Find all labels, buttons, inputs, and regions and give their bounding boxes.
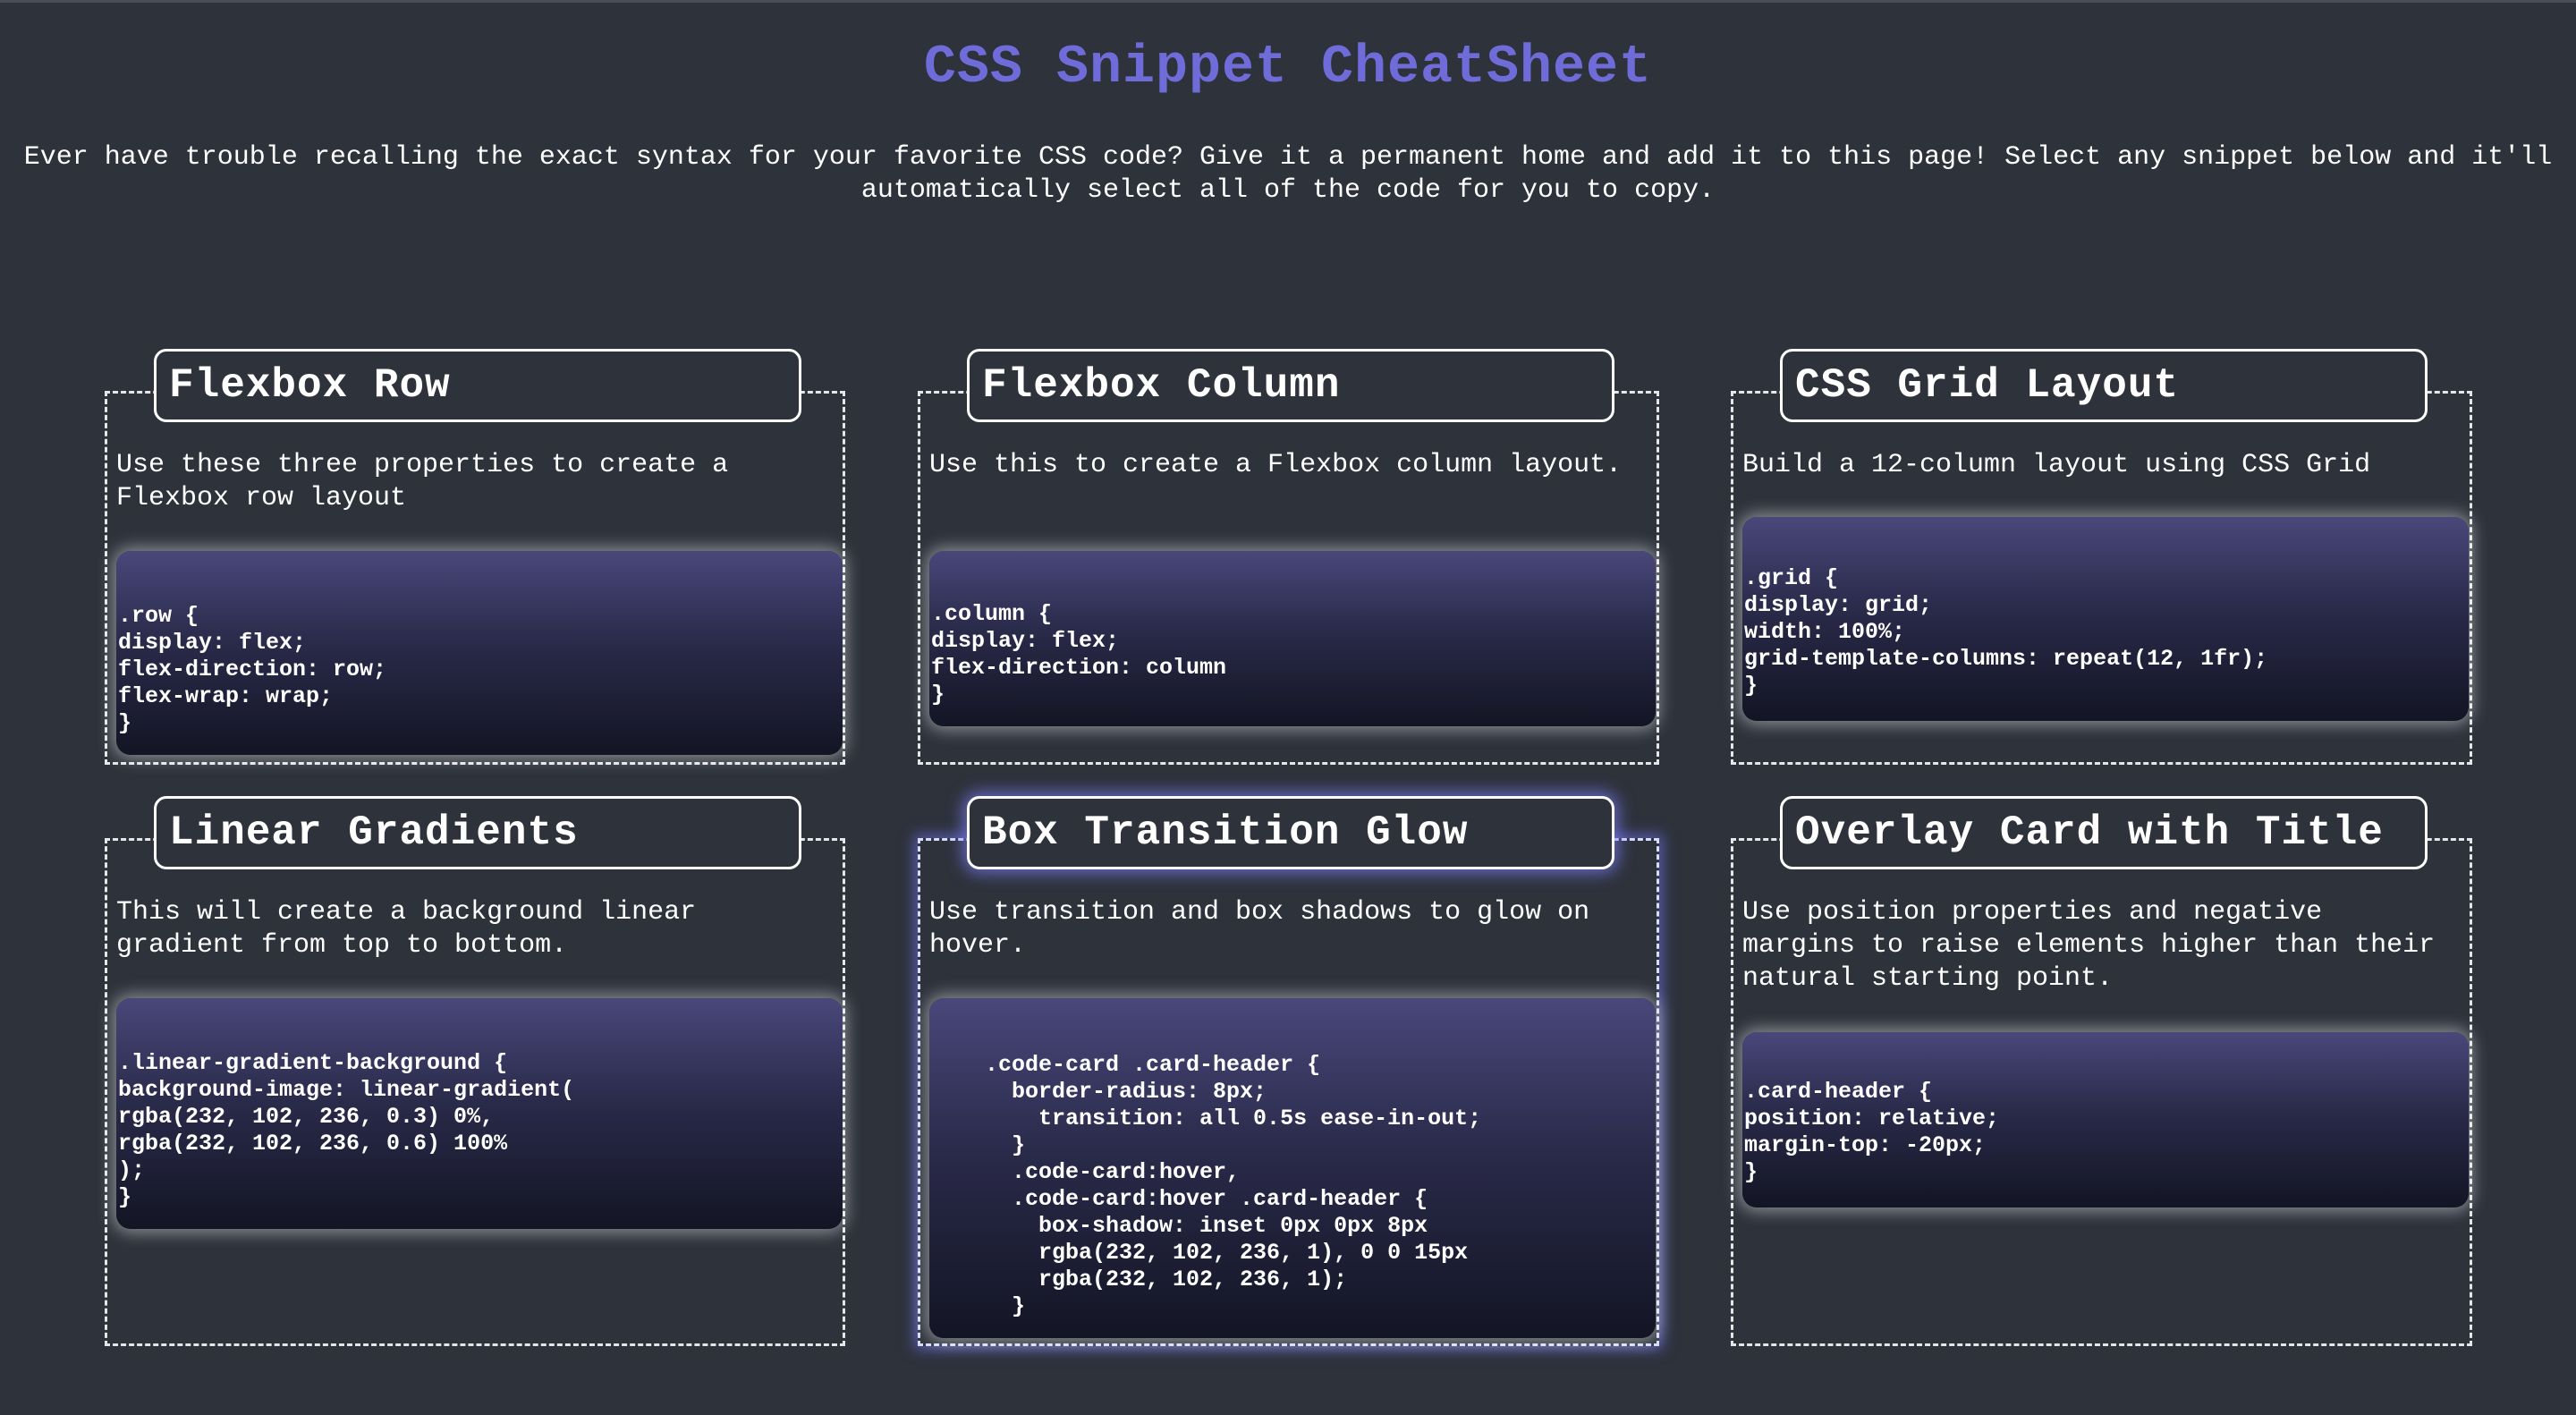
card-description: Use transition and box shadows to glow o… bbox=[929, 897, 1590, 961]
code-card-flexbox-row[interactable]: Flexbox Row Use these three properties t… bbox=[105, 349, 845, 765]
card-header: Flexbox Column bbox=[967, 349, 1614, 422]
code-text[interactable]: .card-header { position: relative; margi… bbox=[1744, 1079, 2469, 1207]
top-border bbox=[0, 0, 2576, 3]
code-text[interactable]: .linear-gradient-background { background… bbox=[118, 1050, 843, 1229]
card-description: Use these three properties to create a F… bbox=[116, 450, 729, 513]
code-card-css-grid[interactable]: CSS Grid Layout Build a 12-column layout… bbox=[1731, 349, 2472, 765]
code-card-flexbox-column[interactable]: Flexbox Column Use this to create a Flex… bbox=[918, 349, 1659, 765]
card-header: Overlay Card with Title bbox=[1780, 796, 2428, 869]
code-card-linear-gradients[interactable]: Linear Gradients This will create a back… bbox=[105, 796, 845, 1346]
card-header: Flexbox Row bbox=[154, 349, 801, 422]
card-header: Box Transition Glow bbox=[967, 796, 1614, 869]
code-card-box-transition-glow[interactable]: Box Transition Glow Use transition and b… bbox=[918, 796, 1659, 1346]
card-description: Use this to create a Flexbox column layo… bbox=[929, 450, 1623, 480]
code-snippet[interactable]: .row { display: flex; flex-direction: ro… bbox=[116, 551, 843, 755]
code-text[interactable]: .grid { display: grid; width: 100%; grid… bbox=[1744, 565, 2469, 721]
card-description: Build a 12-column layout using CSS Grid bbox=[1742, 450, 2371, 480]
card-description: This will create a background linear gra… bbox=[116, 897, 697, 961]
intro-text: Ever have trouble recalling the exact sy… bbox=[23, 142, 2553, 206]
code-card-overlay-title[interactable]: Overlay Card with Title Use position pro… bbox=[1731, 796, 2472, 1346]
card-description: Use position properties and negative mar… bbox=[1742, 897, 2436, 994]
card-header: Linear Gradients bbox=[154, 796, 801, 869]
code-text[interactable]: .column { display: flex; flex-direction:… bbox=[931, 601, 1656, 726]
code-snippet[interactable]: .linear-gradient-background { background… bbox=[116, 998, 843, 1229]
code-snippet[interactable]: .card-header { position: relative; margi… bbox=[1742, 1032, 2469, 1207]
card-header: CSS Grid Layout bbox=[1780, 349, 2428, 422]
code-snippet[interactable]: .column { display: flex; flex-direction:… bbox=[929, 551, 1656, 726]
code-text[interactable]: .row { display: flex; flex-direction: ro… bbox=[118, 603, 843, 755]
code-text[interactable]: .code-card .card-header { border-radius:… bbox=[931, 1052, 1656, 1338]
code-snippet[interactable]: .code-card .card-header { border-radius:… bbox=[929, 998, 1656, 1338]
code-snippet[interactable]: .grid { display: grid; width: 100%; grid… bbox=[1742, 517, 2469, 721]
page-title: CSS Snippet CheatSheet bbox=[923, 38, 1653, 98]
